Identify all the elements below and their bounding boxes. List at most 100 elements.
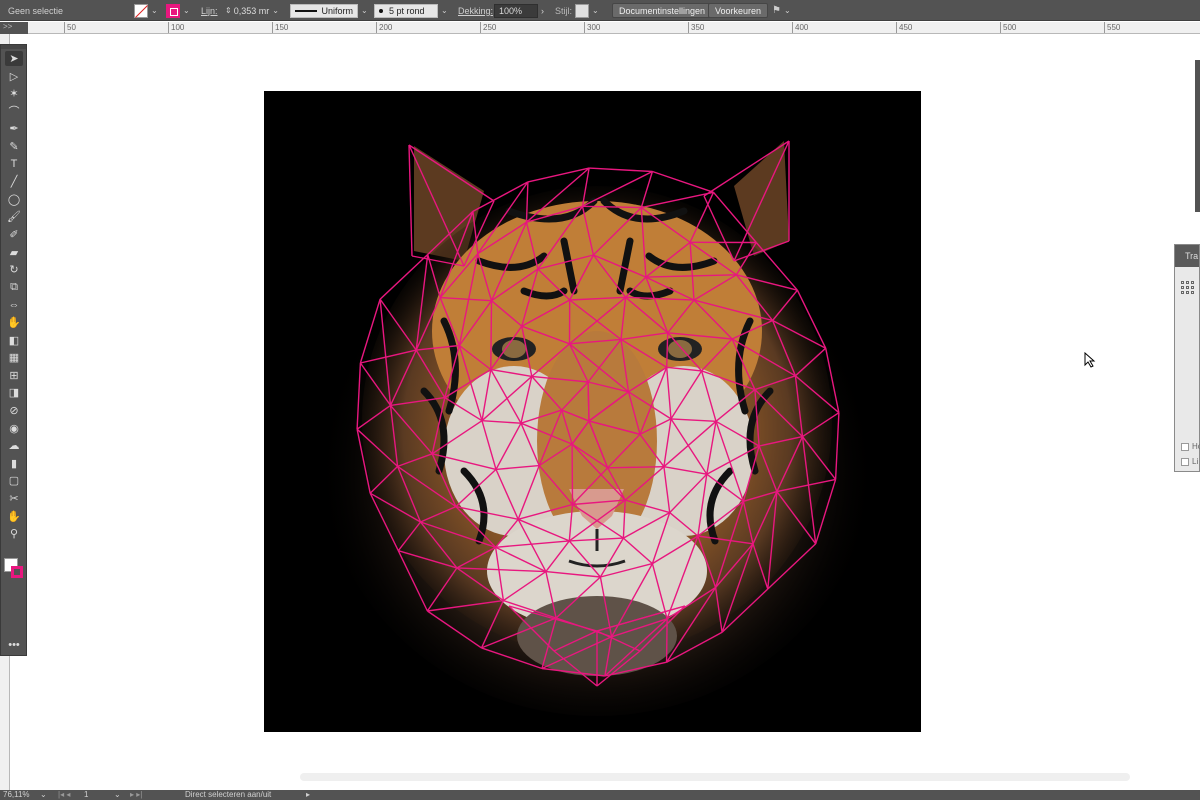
width-tool-icon[interactable]: ⇔ xyxy=(5,297,23,312)
scale-tool-icon[interactable]: ⧉ xyxy=(5,280,23,295)
ruler-tick xyxy=(584,22,585,33)
selection-status: Geen selectie xyxy=(8,5,64,16)
status-menu-icon[interactable]: ▸ xyxy=(306,790,310,800)
selection-tool-icon[interactable]: ➤ xyxy=(5,51,23,66)
chevron-down-icon[interactable]: ⌄ xyxy=(272,6,279,15)
perspective-grid-tool-icon[interactable]: ▦ xyxy=(5,350,23,365)
ruler-corner[interactable]: >> xyxy=(0,22,28,34)
shaper-tool-icon[interactable]: ✐ xyxy=(5,227,23,242)
ruler-tick xyxy=(272,22,273,33)
tiger-image-with-mesh[interactable] xyxy=(264,91,921,732)
opacity-label: Dekking: xyxy=(458,5,494,16)
artboard-tool-icon[interactable]: ▢ xyxy=(5,473,23,488)
reference-point-icon[interactable] xyxy=(1181,281,1195,295)
option-checkbox-2[interactable] xyxy=(1181,458,1189,466)
ruler-tick xyxy=(896,22,897,33)
curvature-tool-icon[interactable]: ✎ xyxy=(5,139,23,154)
zoom-chevron-icon[interactable]: ⌄ xyxy=(40,790,47,800)
status-text: Direct selecteren aan/uit xyxy=(185,790,272,799)
eyedropper-tool-icon[interactable]: ⊘ xyxy=(5,403,23,418)
stroke-weight-control[interactable]: ⇕ 0,353 mr ⌄ xyxy=(225,0,279,21)
last-artboard-icon[interactable]: ▸ ▸| xyxy=(130,790,142,800)
stroke-swatch[interactable] xyxy=(166,3,180,18)
blend-tool-icon[interactable]: ◉ xyxy=(5,421,23,436)
chevron-down-icon[interactable]: ⌄ xyxy=(592,6,599,15)
transform-panel-title[interactable]: Tra xyxy=(1175,245,1199,267)
control-bar: Geen selectie ⌄ ⌄ Lijn: ⇕ 0,353 mr ⌄ Uni… xyxy=(0,0,1200,21)
ruler-tick xyxy=(688,22,689,33)
transform-panel[interactable]: Tra Ho Li xyxy=(1174,244,1200,472)
direct-selection-tool-icon[interactable]: ▷ xyxy=(5,69,23,84)
magic-wand-tool-icon[interactable]: ✶ xyxy=(5,86,23,101)
pen-tool-icon[interactable]: ✒ xyxy=(5,121,23,136)
ruler-tick xyxy=(64,22,65,33)
puppet-warp-tool-icon[interactable]: ✋ xyxy=(5,315,23,330)
ruler-tick-label: 500 xyxy=(1003,23,1017,32)
horizontal-scrollbar[interactable] xyxy=(300,773,1130,781)
ruler-tick-label: 100 xyxy=(171,23,185,32)
stroke-weight-field[interactable]: 0,353 mr xyxy=(234,6,270,16)
edit-toolbar-icon[interactable]: ••• xyxy=(5,637,23,652)
type-tool-icon[interactable]: T xyxy=(5,157,23,172)
mesh-tool-icon[interactable]: ⊞ xyxy=(5,368,23,383)
artboard-number[interactable]: 1 xyxy=(84,790,88,800)
artboard[interactable] xyxy=(264,91,921,732)
profile-label: Uniform xyxy=(321,5,353,16)
fill-color-control[interactable]: ⌄ xyxy=(134,0,158,21)
fill-swatch[interactable] xyxy=(134,3,148,18)
shape-builder-tool-icon[interactable]: ◧ xyxy=(5,333,23,348)
style-control[interactable]: ⌄ xyxy=(575,0,599,21)
tools-panel: ➤ ▷ ✶ ⌒ ✒ ✎ T ╱ ◯ 🖌 ✐ ▰ ↻ ⧉ ⇔ ✋ ◧ ▦ ⊞ ◨ ⊘ ◉ ☁ ▮ ▢ ✂ ✋ ⚲ ••• xyxy=(0,44,27,656)
chevron-down-icon[interactable]: ⌄ xyxy=(151,6,158,15)
ruler-tick-label: 550 xyxy=(1107,23,1121,32)
brush-label: 5 pt rond xyxy=(389,5,425,16)
ellipse-tool-icon[interactable]: ◯ xyxy=(5,192,23,207)
ruler-tick-label: 150 xyxy=(275,23,289,32)
rotate-tool-icon[interactable]: ↻ xyxy=(5,262,23,277)
brush-definition[interactable]: 5 pt rond ⌄ xyxy=(374,0,448,21)
ruler-tick xyxy=(480,22,481,33)
gradient-tool-icon[interactable]: ◨ xyxy=(5,385,23,400)
zoom-level[interactable]: 76,11% xyxy=(3,790,30,800)
artboard-chevron-icon[interactable]: ⌄ xyxy=(114,790,121,800)
variable-width-profile[interactable]: Uniform ⌄ xyxy=(290,0,368,21)
option-label-2: Li xyxy=(1192,457,1199,466)
column-graph-tool-icon[interactable]: ▮ xyxy=(5,456,23,471)
stroke-color-control[interactable]: ⌄ xyxy=(166,0,190,21)
ruler-tick-label: 450 xyxy=(899,23,913,32)
stroke-label: Lijn: xyxy=(201,5,218,16)
document-setup-control[interactable]: Documentinstellingen xyxy=(612,0,713,21)
opacity-control[interactable]: 100% › xyxy=(494,0,544,21)
tiger-photo xyxy=(317,141,877,716)
ruler-tick-label: 50 xyxy=(67,23,76,32)
opacity-field[interactable]: 100% xyxy=(494,3,538,18)
document-setup-button[interactable]: Documentinstellingen xyxy=(612,3,713,18)
chevron-right-icon[interactable]: › xyxy=(541,6,544,16)
lasso-tool-icon[interactable]: ⌒ xyxy=(5,104,23,119)
chevron-down-icon[interactable]: ⌄ xyxy=(361,6,368,15)
fill-stroke-swatches[interactable] xyxy=(4,558,24,580)
panel-grip[interactable] xyxy=(1,45,26,49)
style-swatch[interactable] xyxy=(575,3,589,18)
slice-tool-icon[interactable]: ✂ xyxy=(5,491,23,506)
paintbrush-tool-icon[interactable]: 🖌 xyxy=(5,209,23,224)
ruler-tick xyxy=(168,22,169,33)
first-artboard-icon[interactable]: |◂ ◂ xyxy=(58,790,70,800)
hand-tool-icon[interactable]: ✋ xyxy=(5,509,23,524)
horizontal-ruler[interactable]: 50 100 150 200 250 300 350 400 450 500 550 xyxy=(28,22,1200,34)
chevron-down-icon[interactable]: ⌄ xyxy=(183,6,190,15)
zoom-tool-icon[interactable]: ⚲ xyxy=(5,526,23,541)
panel-dock-edge[interactable] xyxy=(1195,60,1200,212)
preferences-button[interactable]: Voorkeuren xyxy=(708,3,769,18)
symbol-sprayer-tool-icon[interactable]: ☁ xyxy=(5,438,23,453)
ruler-tick xyxy=(1104,22,1105,33)
ruler-tick xyxy=(792,22,793,33)
option-checkbox-1[interactable] xyxy=(1181,443,1189,451)
eraser-tool-icon[interactable]: ▰ xyxy=(5,245,23,260)
line-tool-icon[interactable]: ╱ xyxy=(5,174,23,189)
option-label-1: Ho xyxy=(1192,442,1200,451)
chevron-down-icon[interactable]: ⌄ xyxy=(441,6,448,15)
stepper-icon[interactable]: ⇕ xyxy=(225,6,232,15)
arrange-documents-icon[interactable]: ⚑ ⌄ xyxy=(772,0,791,21)
preferences-control[interactable]: Voorkeuren xyxy=(708,0,769,21)
